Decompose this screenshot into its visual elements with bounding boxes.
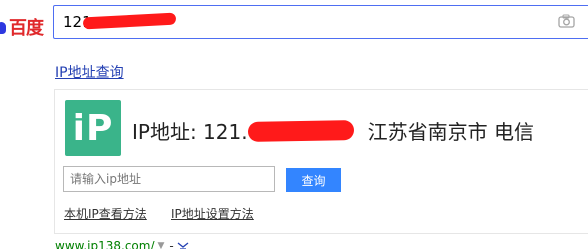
result-url-row: www.ip138.com/ ▼ - xyxy=(55,239,189,249)
separator: - xyxy=(169,239,174,249)
snapshot-icon[interactable] xyxy=(177,241,189,249)
query-button[interactable]: 查询 xyxy=(286,168,341,192)
dropdown-arrow-icon[interactable]: ▼ xyxy=(158,241,165,249)
paw-icon xyxy=(0,16,8,38)
baidu-logo[interactable]: 百度 xyxy=(0,16,48,39)
ip-setting-method-link[interactable]: IP地址设置方法 xyxy=(171,205,254,222)
result-url[interactable]: www.ip138.com/ xyxy=(55,239,155,249)
result-title-link[interactable]: IP地址查询 xyxy=(55,62,124,82)
search-box[interactable] xyxy=(53,5,588,39)
ip-query-card: iP IP地址: 121. 江苏省南京市 电信 查询 本机IP查看方法 IP地址… xyxy=(54,89,588,234)
redaction-mark xyxy=(247,119,354,142)
ip-location: 江苏省南京市 电信 xyxy=(367,120,534,144)
search-results-page: 百度 IP地址查询 iP IP地址: 121. 江苏省南京市 电信 查询 本机I… xyxy=(0,0,588,249)
ip-label: IP地址: 121. xyxy=(132,120,248,144)
ip-query-input[interactable] xyxy=(63,166,275,192)
ip-address-line: IP地址: 121. 江苏省南京市 电信 xyxy=(132,116,534,145)
ip-logo-text: iP xyxy=(72,107,114,149)
logo-text: 百度 xyxy=(9,18,44,39)
local-ip-method-link[interactable]: 本机IP查看方法 xyxy=(64,205,147,222)
ip-logo: iP xyxy=(65,100,121,156)
camera-icon[interactable] xyxy=(558,14,575,28)
